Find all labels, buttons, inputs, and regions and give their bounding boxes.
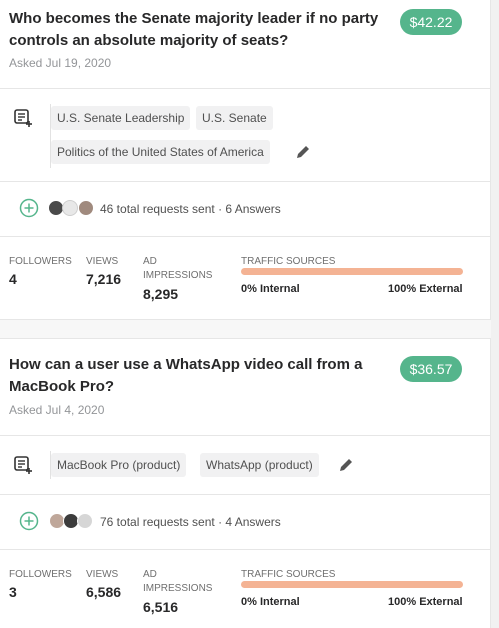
traffic-external: 100% External [388,283,463,295]
avatar [78,200,94,216]
card-gap [0,320,491,338]
avatar [62,200,78,216]
question-card: How can a user use a WhatsApp video call… [0,338,491,628]
ad-impressions-count: 6,516 [143,599,179,615]
avatar [77,513,93,529]
price-badge: $36.57 [400,356,462,382]
topic-list-icon [14,456,32,474]
followers-label: FOLLOWERS [9,256,72,267]
topic-list-icon [14,109,32,127]
question-title[interactable]: How can a user use a WhatsApp video call… [9,354,381,398]
traffic-internal: 0% Internal [241,283,300,295]
scrollbar-track[interactable] [491,0,499,628]
requests-summary[interactable]: 76 total requests sent · 4 Answers [100,515,281,529]
traffic-internal: 0% Internal [241,596,300,608]
topic-tag[interactable]: U.S. Senate [196,106,273,130]
views-label: VIEWS [86,256,119,267]
followers-label: FOLLOWERS [9,569,72,580]
ad-impressions-count: 8,295 [143,286,179,302]
followers-count: 3 [9,584,17,600]
traffic-sources-label: TRAFFIC SOURCES [241,569,336,580]
pencil-icon[interactable] [295,144,311,160]
pencil-icon[interactable] [338,457,354,473]
topic-tag[interactable]: Politics of the United States of America [51,140,270,164]
traffic-sources-label: TRAFFIC SOURCES [241,256,336,267]
add-circle-icon[interactable] [19,511,39,531]
topic-tag[interactable]: WhatsApp (product) [200,453,319,477]
views-label: VIEWS [86,569,119,580]
views-count: 6,586 [86,584,122,600]
divider [0,494,491,495]
divider [0,181,491,182]
question-title[interactable]: Who becomes the Senate majority leader i… [9,8,381,52]
divider [0,549,491,550]
followers-count: 4 [9,271,17,287]
views-count: 7,216 [86,271,122,287]
traffic-external: 100% External [388,596,463,608]
requests-summary[interactable]: 46 total requests sent · 6 Answers [100,202,281,216]
divider [0,236,491,237]
topic-tag[interactable]: U.S. Senate Leadership [51,106,191,130]
ad-impressions-label: AD IMPRESSIONS [143,569,213,594]
price-badge: $42.22 [400,9,462,35]
asked-date: Asked Jul 19, 2020 [9,56,112,70]
add-circle-icon[interactable] [19,198,39,218]
ad-impressions-label: AD IMPRESSIONS [143,256,213,281]
topic-tag[interactable]: MacBook Pro (product) [51,453,187,477]
traffic-bar [241,581,463,588]
divider [0,435,491,436]
traffic-bar [241,268,463,275]
question-card: Who becomes the Senate majority leader i… [0,0,491,320]
divider [0,88,491,89]
asked-date: Asked Jul 4, 2020 [9,403,105,417]
